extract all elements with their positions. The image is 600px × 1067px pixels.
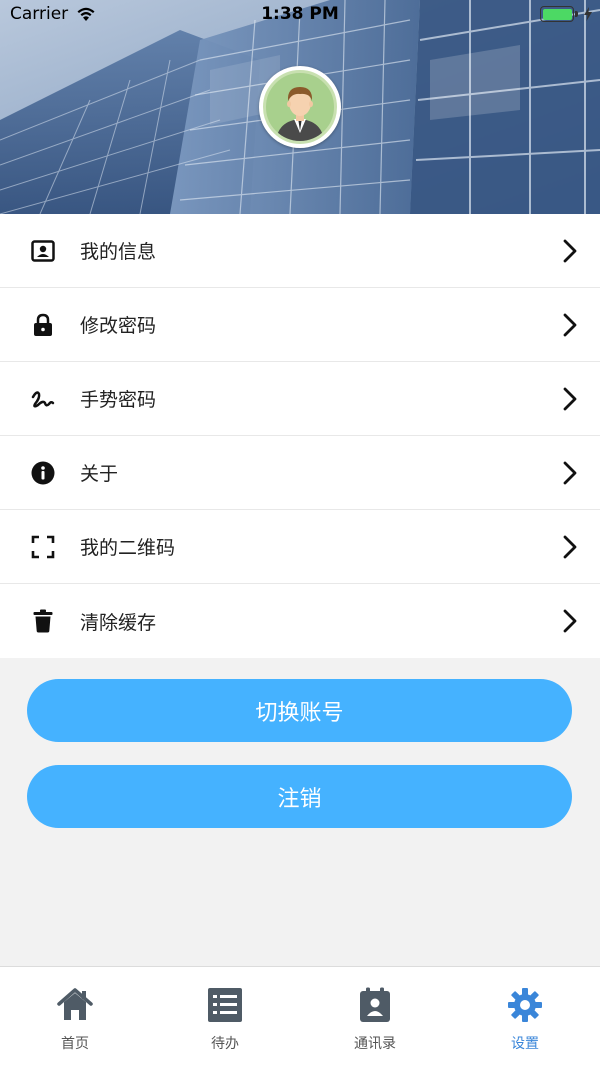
- charging-icon: [584, 7, 592, 21]
- contacts-icon: [360, 987, 390, 1022]
- settings-menu: 我的信息 修改密码 手势密码 关于 我的二维码 清除缓存: [0, 214, 600, 658]
- chevron-right-icon: [563, 313, 577, 337]
- gear-icon: [508, 988, 542, 1022]
- tab-home[interactable]: 首页: [0, 967, 150, 1067]
- lock-icon: [30, 313, 56, 337]
- menu-item-gesture-password[interactable]: 手势密码: [0, 362, 600, 436]
- menu-item-label: 手势密码: [80, 389, 157, 411]
- switch-account-button[interactable]: 切换账号: [27, 679, 572, 742]
- tab-contacts[interactable]: 通讯录: [300, 967, 450, 1067]
- info-icon: [30, 461, 56, 485]
- avatar[interactable]: [259, 66, 341, 148]
- menu-item-about[interactable]: 关于: [0, 436, 600, 510]
- menu-item-label: 修改密码: [80, 315, 157, 337]
- menu-item-clear-cache[interactable]: 清除缓存: [0, 584, 600, 658]
- chevron-right-icon: [563, 609, 577, 633]
- home-icon: [57, 988, 93, 1020]
- status-bar: Carrier 1:38 PM: [0, 0, 600, 30]
- user-avatar-icon: [276, 87, 324, 141]
- gesture-icon: [30, 387, 56, 411]
- menu-item-label: 我的信息: [80, 241, 157, 263]
- chevron-right-icon: [563, 535, 577, 559]
- chevron-right-icon: [563, 387, 577, 411]
- tab-label: 首页: [61, 1036, 89, 1052]
- menu-item-label: 清除缓存: [80, 611, 157, 634]
- battery-status: [540, 6, 592, 22]
- list-icon: [208, 988, 242, 1022]
- tab-label: 通讯录: [354, 1036, 396, 1052]
- status-time: 1:38 PM: [261, 4, 339, 24]
- tab-settings[interactable]: 设置: [450, 967, 600, 1067]
- tab-label: 待办: [211, 1036, 239, 1052]
- profile-header: Carrier 1:38 PM: [0, 0, 600, 214]
- tab-bar: 首页 待办 通讯录 设置: [0, 966, 600, 1067]
- contact-card-icon: [30, 239, 56, 263]
- qr-scan-icon: [30, 535, 56, 559]
- menu-item-label: 关于: [80, 463, 119, 485]
- menu-item-label: 我的二维码: [80, 537, 176, 559]
- menu-item-my-qrcode[interactable]: 我的二维码: [0, 510, 600, 584]
- chevron-right-icon: [563, 461, 577, 485]
- logout-button[interactable]: 注销: [27, 765, 572, 828]
- chevron-right-icon: [563, 239, 577, 263]
- tab-todo[interactable]: 待办: [150, 967, 300, 1067]
- tab-label: 设置: [511, 1036, 539, 1052]
- trash-icon: [30, 609, 56, 633]
- menu-item-my-info[interactable]: 我的信息: [0, 214, 600, 288]
- battery-icon: [540, 6, 578, 22]
- menu-item-change-password[interactable]: 修改密码: [0, 288, 600, 362]
